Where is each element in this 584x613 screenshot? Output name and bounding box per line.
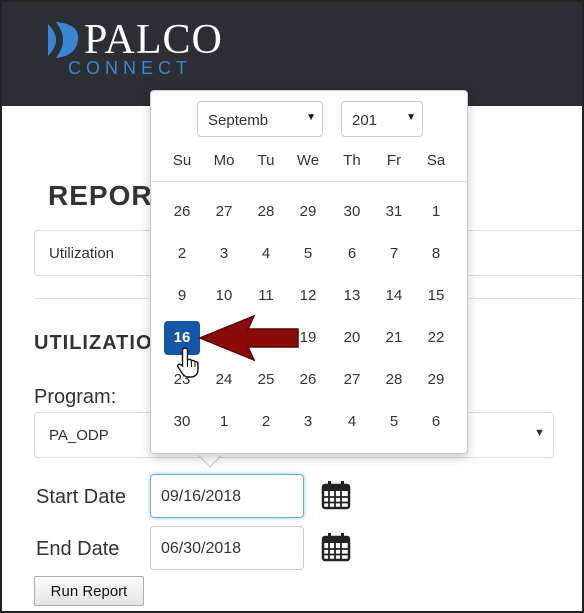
month-select-value: Septemb (208, 112, 269, 129)
calendar-day[interactable]: 22 (415, 329, 457, 346)
datepicker-popup: Septemb ▼ 201 ▼ Su Mo Tu We Th Fr Sa 26 27 28 29 30… (150, 90, 468, 454)
calendar-day[interactable]: 5 (373, 413, 415, 430)
calendar-day[interactable]: 1 (203, 413, 245, 430)
calendar-day[interactable]: 12 (287, 287, 329, 304)
weekday-header: Fr (386, 152, 402, 169)
start-date-label: Start Date (36, 486, 127, 508)
program-select-value: PA_ODP (49, 427, 109, 444)
hand-pointer-icon (176, 347, 199, 378)
year-dropdown-arrow-icon: ▼ (404, 112, 416, 123)
calendar-day[interactable]: 21 (373, 329, 415, 346)
calendar-day[interactable]: 31 (373, 203, 415, 220)
calendar-day[interactable]: 14 (373, 287, 415, 304)
calendar-day[interactable]: 15 (415, 287, 457, 304)
weekday-header: Mo (213, 152, 235, 169)
calendar-day[interactable]: 1 (415, 203, 457, 220)
dropdown-arrow-icon: ▼ (534, 427, 545, 439)
palco-logo-mark-icon (48, 22, 79, 58)
calendar-day[interactable]: 6 (331, 245, 373, 262)
weekday-divider (151, 181, 467, 182)
calendar-day[interactable]: 29 (287, 203, 329, 220)
year-select[interactable]: 201 ▼ (341, 101, 423, 137)
brand-name: PALCO (84, 17, 223, 63)
weekday-header: Th (343, 152, 361, 169)
calendar-day-selected[interactable]: 16 (161, 329, 203, 346)
weekday-header: Su (172, 152, 192, 169)
calendar-day[interactable]: 20 (331, 329, 373, 346)
end-date-calendar-icon[interactable] (320, 532, 352, 562)
calendar-day[interactable]: 28 (373, 371, 415, 388)
page-title: REPOR (48, 180, 153, 211)
calendar-day[interactable]: 29 (415, 371, 457, 388)
calendar-day[interactable]: 30 (161, 413, 203, 430)
calendar-day[interactable]: 3 (287, 413, 329, 430)
calendar-day[interactable]: 24 (203, 371, 245, 388)
end-date-value: 06/30/2018 (161, 540, 242, 557)
calendar-day[interactable]: 28 (245, 203, 287, 220)
calendar-day[interactable]: 9 (161, 287, 203, 304)
program-label: Program: (34, 386, 117, 408)
section-title: UTILIZATIO (34, 332, 153, 354)
year-select-value: 201 (352, 112, 378, 129)
annotation-arrow (198, 314, 299, 362)
weekday-header: We (296, 152, 320, 169)
report-select-value: Utilization (49, 245, 115, 262)
calendar-day[interactable]: 4 (331, 413, 373, 430)
calendar-day[interactable]: 10 (203, 287, 245, 304)
calendar-day[interactable]: 2 (245, 413, 287, 430)
calendar-day[interactable]: 7 (373, 245, 415, 262)
calendar-day[interactable]: 25 (245, 371, 287, 388)
weekday-header: Tu (257, 152, 275, 169)
calendar-day[interactable]: 26 (161, 203, 203, 220)
calendar-day[interactable]: 3 (203, 245, 245, 262)
calendar-day[interactable]: 27 (331, 371, 373, 388)
run-report-button[interactable]: Run Report (34, 576, 144, 606)
calendar-day[interactable]: 2 (161, 245, 203, 262)
weekday-header: Sa (426, 152, 446, 169)
calendar-day[interactable]: 26 (287, 371, 329, 388)
calendar-day[interactable]: 5 (287, 245, 329, 262)
app-frame: PALCO CONNECT REPOR Utilization UTILIZAT… (0, 0, 584, 613)
start-date-value: 09/16/2018 (161, 488, 242, 505)
start-date-input[interactable]: 09/16/2018 (150, 474, 304, 518)
calendar-day[interactable]: 30 (331, 203, 373, 220)
calendar-day[interactable]: 8 (415, 245, 457, 262)
calendar-day[interactable]: 27 (203, 203, 245, 220)
calendar-day[interactable]: 13 (331, 287, 373, 304)
end-date-input[interactable]: 06/30/2018 (150, 526, 304, 570)
month-select[interactable]: Septemb ▼ (197, 101, 323, 137)
start-date-calendar-icon[interactable] (320, 480, 352, 510)
month-dropdown-arrow-icon: ▼ (304, 112, 316, 123)
brand-subtitle: CONNECT (68, 58, 192, 78)
calendar-day[interactable]: 11 (245, 287, 287, 304)
end-date-label: End Date (36, 538, 120, 560)
calendar-day[interactable]: 6 (415, 413, 457, 430)
calendar-day[interactable]: 4 (245, 245, 287, 262)
